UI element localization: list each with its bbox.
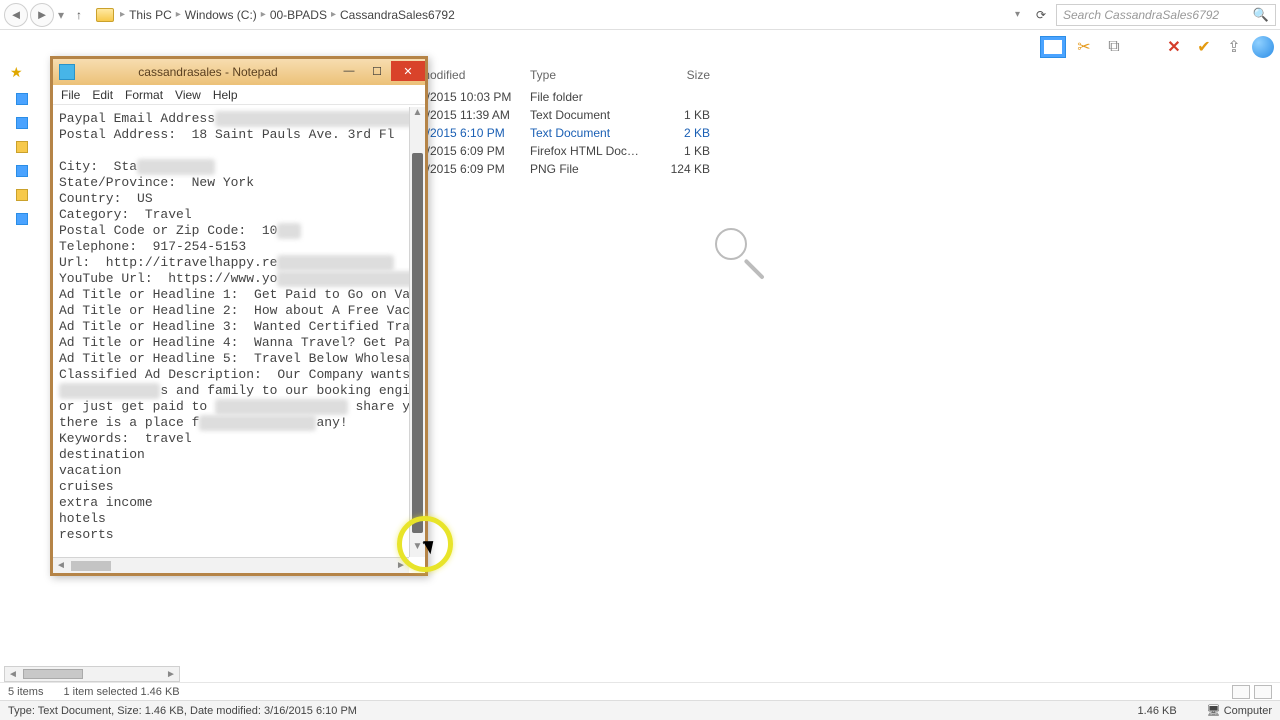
- cell-modified: 6/2015 6:10 PM: [420, 126, 530, 140]
- tree-node-icon[interactable]: [16, 141, 28, 153]
- view-large-button[interactable]: [1254, 685, 1272, 699]
- cell-modified: 6/2015 6:09 PM: [420, 162, 530, 176]
- notepad-app-icon: [59, 64, 75, 80]
- menu-file[interactable]: File: [61, 88, 80, 102]
- header-type[interactable]: Type: [530, 68, 640, 82]
- cell-type: Text Document: [530, 108, 640, 122]
- tree-node-icon[interactable]: [16, 117, 28, 129]
- cell-modified: 6/2015 6:09 PM: [420, 144, 530, 158]
- web-button[interactable]: [1252, 36, 1274, 58]
- search-placeholder: Search CassandraSales6792: [1063, 8, 1219, 22]
- search-input[interactable]: Search CassandraSales6792 🔍: [1056, 4, 1276, 26]
- tree-node-icon[interactable]: [16, 93, 28, 105]
- share-button[interactable]: ⇪: [1222, 35, 1246, 59]
- status-details: Type: Text Document, Size: 1.46 KB, Date…: [8, 705, 357, 717]
- notepad-h-scrollbar[interactable]: ◄ ►: [53, 557, 409, 573]
- view-details-button[interactable]: [1232, 685, 1250, 699]
- table-row[interactable]: 6/2015 6:09 PMPNG File124 KB: [420, 160, 1272, 178]
- scroll-left-icon[interactable]: ◄: [5, 669, 21, 680]
- status-location: 🖥 Computer: [1207, 704, 1272, 717]
- table-row[interactable]: 6/2015 6:10 PMText Document2 KB: [420, 124, 1272, 142]
- status-size: 1.46 KB: [1138, 705, 1177, 717]
- explorer-h-scrollbar[interactable]: ◄ ►: [4, 666, 180, 682]
- nav-tree[interactable]: ★: [10, 64, 48, 354]
- confirm-button[interactable]: ✔: [1192, 35, 1216, 59]
- preview-pane-button[interactable]: [1040, 36, 1066, 58]
- address-dropdown-icon[interactable]: ▾: [1009, 9, 1026, 20]
- cell-type: Text Document: [530, 126, 640, 140]
- crumb-this-pc[interactable]: This PC: [129, 8, 172, 22]
- menu-edit[interactable]: Edit: [92, 88, 113, 102]
- nav-dropdown-icon[interactable]: ▾: [56, 8, 66, 22]
- cell-size: 1 KB: [640, 108, 710, 122]
- delete-button[interactable]: ✕: [1162, 35, 1186, 59]
- cell-type: Firefox HTML Doc…: [530, 144, 640, 158]
- scroll-thumb[interactable]: [412, 153, 423, 533]
- nav-back-button[interactable]: ◄: [4, 3, 28, 27]
- scroll-left-icon[interactable]: ◄: [53, 560, 69, 571]
- cell-modified: 3/2015 10:03 PM: [420, 90, 530, 104]
- explorer-address-bar: ◄ ► ▾ ↑ ▸ This PC ▸ Windows (C:) ▸ 00-BP…: [0, 0, 1280, 30]
- menu-help[interactable]: Help: [213, 88, 238, 102]
- notepad-titlebar[interactable]: cassandrasales - Notepad — ☐ ✕: [53, 59, 425, 85]
- notepad-text-area[interactable]: Paypal Email Addressxxxxxxxxxxxxxxxxxxxx…: [53, 107, 409, 557]
- tree-node-icon[interactable]: [16, 189, 28, 201]
- status-selection: 1 item selected 1.46 KB: [63, 686, 179, 698]
- cell-size: 1 KB: [640, 144, 710, 158]
- notepad-v-scrollbar[interactable]: ▲ ▼: [409, 107, 425, 557]
- cut-button[interactable]: ✂: [1072, 35, 1096, 59]
- refresh-button[interactable]: ⟳: [1030, 4, 1052, 26]
- file-list[interactable]: 3/2015 10:03 PMFile folder3/2015 11:39 A…: [420, 88, 1272, 178]
- table-row[interactable]: 3/2015 10:03 PMFile folder: [420, 88, 1272, 106]
- menu-view[interactable]: View: [175, 88, 201, 102]
- scroll-thumb[interactable]: [23, 669, 83, 679]
- notepad-title: cassandrasales - Notepad: [81, 65, 335, 79]
- explorer-details-bar: Type: Text Document, Size: 1.46 KB, Date…: [0, 700, 1280, 720]
- notepad-menu[interactable]: File Edit Format View Help: [53, 85, 425, 105]
- menu-format[interactable]: Format: [125, 88, 163, 102]
- breadcrumb[interactable]: ▸ This PC ▸ Windows (C:) ▸ 00-BPADS ▸ Ca…: [120, 8, 1007, 22]
- scroll-right-icon[interactable]: ►: [163, 669, 179, 680]
- header-size[interactable]: Size: [640, 68, 710, 82]
- explorer-status-bar: 5 items 1 item selected 1.46 KB: [0, 682, 1280, 700]
- status-item-count: 5 items: [8, 686, 43, 698]
- cell-size: 124 KB: [640, 162, 710, 176]
- cell-size: 2 KB: [640, 126, 710, 140]
- folder-icon: [96, 8, 114, 22]
- scroll-up-icon[interactable]: ▲: [410, 107, 425, 123]
- close-button[interactable]: ✕: [391, 61, 425, 81]
- crumb-folder-1[interactable]: 00-BPADS: [270, 8, 327, 22]
- nav-forward-button[interactable]: ►: [30, 3, 54, 27]
- crumb-drive[interactable]: Windows (C:): [185, 8, 257, 22]
- tree-node-icon[interactable]: [16, 213, 28, 225]
- cell-type: PNG File: [530, 162, 640, 176]
- mouse-cursor-icon: [423, 542, 426, 545]
- notepad-window[interactable]: cassandrasales - Notepad — ☐ ✕ File Edit…: [50, 56, 428, 576]
- paste-button[interactable]: [1132, 35, 1156, 59]
- table-row[interactable]: 6/2015 6:09 PMFirefox HTML Doc…1 KB: [420, 142, 1272, 160]
- nav-up-button[interactable]: ↑: [68, 4, 90, 26]
- scroll-thumb[interactable]: [71, 561, 111, 571]
- cell-modified: 3/2015 11:39 AM: [420, 108, 530, 122]
- cell-type: File folder: [530, 90, 640, 104]
- maximize-button[interactable]: ☐: [363, 61, 391, 81]
- header-modified[interactable]: e modified: [410, 68, 530, 82]
- crumb-folder-2[interactable]: CassandraSales6792: [340, 8, 455, 22]
- scroll-right-icon[interactable]: ►: [393, 560, 409, 571]
- search-icon: 🔍: [1253, 7, 1269, 23]
- minimize-button[interactable]: —: [335, 61, 363, 81]
- copy-button[interactable]: ⧉: [1102, 35, 1126, 59]
- tree-node-icon[interactable]: [16, 165, 28, 177]
- table-row[interactable]: 3/2015 11:39 AMText Document1 KB: [420, 106, 1272, 124]
- magnifier-watermark-icon: [715, 228, 770, 283]
- favorites-icon[interactable]: ★: [10, 64, 48, 81]
